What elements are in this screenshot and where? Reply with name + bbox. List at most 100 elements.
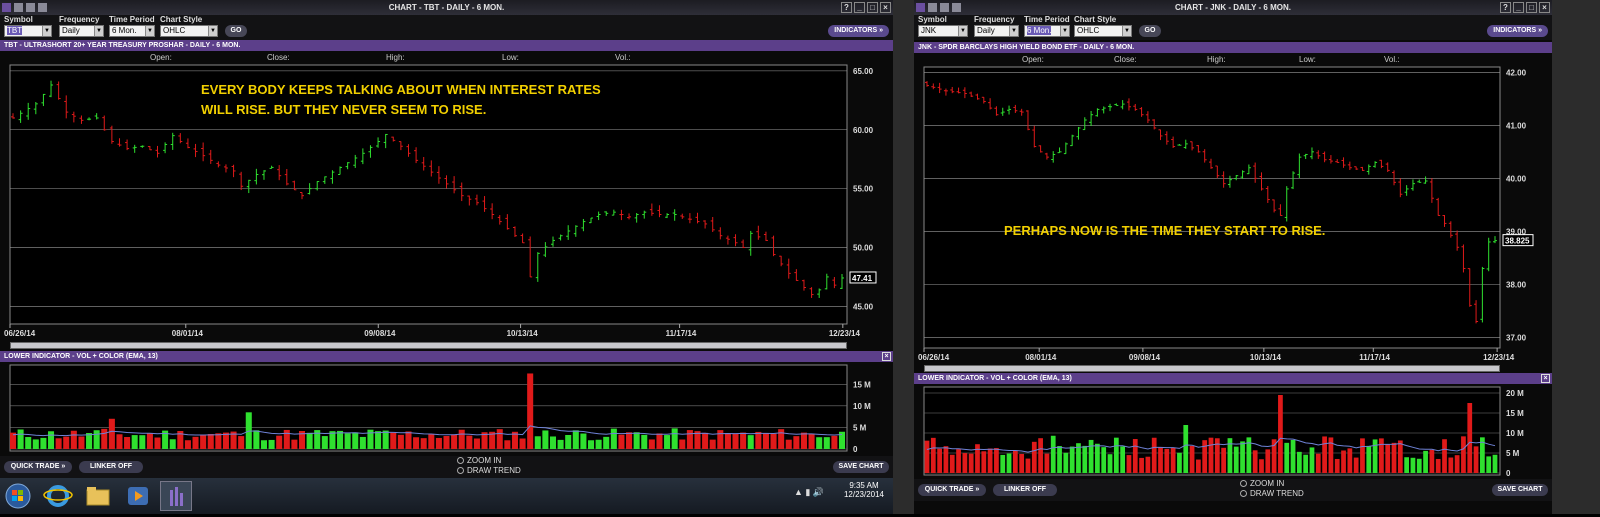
volume-bar <box>641 434 648 449</box>
minimize-button[interactable]: _ <box>854 2 865 13</box>
volume-bar <box>420 438 427 449</box>
date-label: 08/01/14 <box>172 329 204 338</box>
quick-trade-button[interactable]: QUICK TRADE » <box>918 484 986 496</box>
volume-bar <box>504 440 511 449</box>
help-icon[interactable]: ? <box>841 2 852 13</box>
date-label: 11/17/14 <box>1359 353 1390 362</box>
save-chart-button[interactable]: SAVE CHART <box>1492 484 1548 496</box>
volume-bar <box>1221 447 1226 473</box>
volume-bar <box>671 428 678 449</box>
print-icon[interactable] <box>940 3 949 12</box>
chart-scrollbar[interactable] <box>924 365 1500 372</box>
linker-off-button[interactable]: LINKER OFF <box>993 484 1057 496</box>
volume-bar <box>1063 452 1069 473</box>
folder-icon[interactable] <box>82 481 114 511</box>
y-tick-label: 41.00 <box>1506 121 1527 130</box>
y-tick-label: 60.00 <box>853 126 874 135</box>
symbol-label: Symbol <box>918 15 947 24</box>
volume-bar <box>823 437 830 449</box>
window-title: CHART - TBT - DAILY - 6 MON. <box>388 3 505 12</box>
volume-bar <box>131 435 138 449</box>
volume-bar <box>397 434 404 449</box>
volume-bar <box>1252 450 1258 473</box>
jnk-volume-chart[interactable]: 20 M 15 M 10 M 5 M 0 <box>914 385 1552 478</box>
chart-scrollbar[interactable] <box>10 342 847 349</box>
help-icon[interactable]: ? <box>1500 2 1511 13</box>
internet-explorer-icon[interactable] <box>42 481 74 511</box>
tbt-price-chart[interactable]: 65.00 60.00 55.00 50.00 45.00 47.41 EVERY BO… <box>0 63 893 342</box>
volume-bar <box>184 440 191 449</box>
desktop-strip <box>1552 0 1600 514</box>
zoom-in-radio[interactable]: ZOOM IN <box>457 456 501 465</box>
save-chart-button[interactable]: SAVE CHART <box>833 461 889 473</box>
jnk-price-chart[interactable]: 42.0041.0040.0039.0038.0037.00 38.825 PE… <box>914 65 1552 365</box>
zoom-in-radio[interactable]: ZOOM IN <box>1240 479 1284 488</box>
volume-bar <box>648 439 655 449</box>
symbol-input[interactable]: JNK ▼ <box>918 25 968 37</box>
go-button[interactable]: GO <box>1139 25 1161 37</box>
chart-style-select[interactable]: OHLC ▼ <box>160 25 218 37</box>
volume-bar <box>352 432 359 449</box>
frequency-select[interactable]: Daily ▼ <box>59 25 104 37</box>
close-button[interactable]: × <box>880 2 891 13</box>
volume-bar <box>146 433 153 449</box>
volume-bar <box>949 454 955 473</box>
go-button[interactable]: GO <box>225 25 247 37</box>
linker-off-button[interactable]: LINKER OFF <box>79 461 143 473</box>
volume-bar <box>1278 395 1283 473</box>
close-icon[interactable]: × <box>882 352 891 361</box>
print-icon[interactable] <box>26 3 35 12</box>
symbol-input[interactable]: TBT ▼ <box>4 25 52 37</box>
start-button[interactable] <box>2 481 34 511</box>
time-period-select[interactable]: 6 Mon. ▼ <box>1024 25 1070 37</box>
minimize-button[interactable]: _ <box>1513 2 1524 13</box>
volume-bar <box>428 434 435 449</box>
chart-toolbar: Symbol TBT ▼ Frequency Daily ▼ Time Period… <box>0 15 893 40</box>
clock[interactable]: 9:35 AM 12/23/2014 <box>838 481 890 499</box>
chevron-down-icon: ▼ <box>1009 26 1018 36</box>
frequency-label: Frequency <box>974 15 1015 24</box>
chevron-down-icon: ▼ <box>1122 26 1131 36</box>
volume-bar <box>1360 438 1365 473</box>
desktop-gap <box>893 0 914 514</box>
volume-bar <box>1240 441 1245 473</box>
media-player-icon[interactable] <box>122 481 154 511</box>
volume-bar <box>618 434 625 449</box>
system-tray-icons[interactable]: ▲ ▮ 🔊 <box>794 487 824 498</box>
indicators-button[interactable]: INDICATORS » <box>1487 25 1548 37</box>
draw-trend-radio[interactable]: DRAW TREND <box>1240 489 1304 498</box>
volume-bar <box>1057 446 1062 473</box>
volume-bar <box>626 432 633 449</box>
link-icon[interactable] <box>952 3 961 12</box>
volume-bar <box>808 433 815 449</box>
volume-bar <box>32 439 39 449</box>
time-period-select[interactable]: 6 Mon. ▼ <box>109 25 155 37</box>
volume-bar <box>527 373 534 449</box>
chart-style-select[interactable]: OHLC ▼ <box>1074 25 1132 37</box>
maximize-button[interactable]: □ <box>1526 2 1537 13</box>
window-titlebar[interactable]: CHART - JNK - DAILY - 6 MON. ? _ □ × <box>914 0 1552 15</box>
volume-bar <box>1214 438 1220 473</box>
link-icon[interactable] <box>38 3 47 12</box>
close-button[interactable]: × <box>1539 2 1550 13</box>
chevron-down-icon: ▼ <box>145 26 154 36</box>
window-titlebar[interactable]: CHART - TBT - DAILY - 6 MON. ? _ □ × <box>0 0 893 15</box>
volume-bar <box>1372 439 1378 473</box>
indicators-button[interactable]: INDICATORS » <box>828 25 889 37</box>
app-logo-icon[interactable] <box>916 3 925 12</box>
date-label: 06/26/14 <box>4 329 36 338</box>
volume-bar <box>253 430 260 449</box>
maximize-button[interactable]: □ <box>867 2 878 13</box>
frequency-select[interactable]: Daily ▼ <box>974 25 1019 37</box>
y-tick-label: 65.00 <box>853 67 874 76</box>
volume-bar <box>778 429 785 449</box>
draw-trend-radio[interactable]: DRAW TREND <box>457 466 521 475</box>
chart-app-taskbar-icon[interactable] <box>160 481 192 511</box>
tbt-volume-chart[interactable]: 15 M 10 M 5 M 0 <box>0 363 893 453</box>
volume-bar <box>1095 443 1100 473</box>
close-icon[interactable]: × <box>1541 374 1550 383</box>
toolbar-tool-icon[interactable] <box>928 3 937 12</box>
quick-trade-button[interactable]: QUICK TRADE » <box>4 461 72 473</box>
app-logo-icon[interactable] <box>2 3 11 12</box>
toolbar-tool-icon[interactable] <box>14 3 23 12</box>
